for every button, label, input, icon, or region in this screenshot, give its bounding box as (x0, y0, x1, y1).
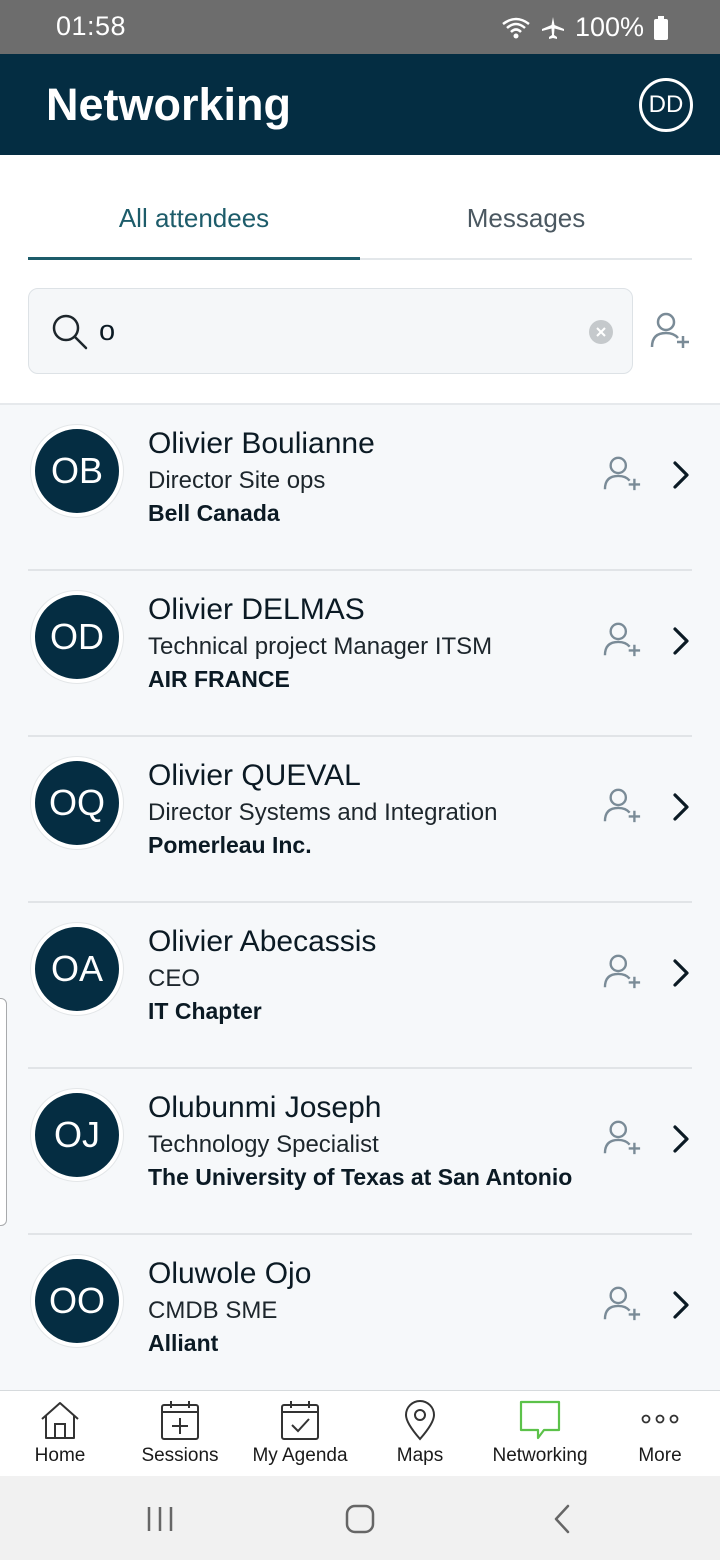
status-bar: 01:58 100% (0, 0, 720, 54)
add-contact-icon[interactable] (603, 455, 643, 498)
attendee-name: Olivier DELMAS (148, 593, 365, 626)
edge-panel-handle[interactable] (0, 998, 7, 1226)
chevron-right-icon[interactable] (670, 1290, 692, 1325)
add-contact-icon[interactable] (603, 1285, 643, 1328)
search-icon (51, 313, 89, 356)
chevron-right-icon[interactable] (670, 460, 692, 495)
attendee-name: Olubunmi Joseph (148, 1091, 382, 1124)
add-contact-icon[interactable] (603, 1119, 643, 1162)
active-tab-indicator (28, 257, 360, 260)
status-time: 01:58 (56, 11, 127, 41)
attendee-row[interactable]: OD Olivier DELMAS Technical project Mana… (0, 571, 720, 737)
attendee-row[interactable]: OQ Olivier QUEVAL Director Systems and I… (0, 737, 720, 903)
attendee-company: AIR FRANCE (148, 666, 290, 692)
wifi-icon (501, 16, 531, 40)
attendee-company: The University of Texas at San Antonio (148, 1164, 573, 1190)
attendee-name: Olivier Abecassis (148, 925, 377, 958)
nav-more[interactable]: More (600, 1391, 720, 1477)
attendee-title: CEO (148, 965, 201, 992)
battery-icon (654, 15, 668, 40)
tab-all-attendees[interactable]: All attendees (28, 203, 360, 234)
attendee-title: Technical project Manager ITSM (148, 633, 493, 660)
chevron-right-icon[interactable] (670, 958, 692, 993)
search-input[interactable] (99, 307, 569, 355)
nav-label: Networking (492, 1445, 588, 1466)
home-icon (38, 1399, 82, 1446)
attendee-name: Oluwole Ojo (148, 1257, 312, 1290)
attendee-name: Olivier Boulianne (148, 427, 375, 460)
chevron-right-icon[interactable] (670, 626, 692, 661)
airplane-icon (541, 16, 565, 40)
nav-label: Sessions (141, 1445, 219, 1466)
nav-my-agenda[interactable]: My Agenda (240, 1391, 360, 1477)
add-contact-icon[interactable] (603, 953, 643, 996)
tab-bar: All attendees Messages (28, 155, 692, 260)
app-header: Networking DD (0, 54, 720, 155)
status-icons: 100% (501, 12, 668, 43)
battery-label: 100% (574, 12, 644, 42)
nav-maps[interactable]: Maps (360, 1391, 480, 1477)
nav-label: Maps (396, 1445, 444, 1466)
attendee-title: Director Site ops (148, 467, 326, 494)
attendee-row[interactable]: OA Olivier Abecassis CEO IT Chapter (0, 903, 720, 1069)
attendee-avatar: OD (31, 591, 123, 683)
page-title: Networking (46, 79, 292, 130)
attendee-company: Alliant (148, 1330, 219, 1356)
attendee-title: CMDB SME (148, 1297, 278, 1324)
chat-bubble-icon (518, 1399, 562, 1446)
nav-sessions[interactable]: Sessions (120, 1391, 240, 1477)
attendee-company: Pomerleau Inc. (148, 832, 312, 858)
chevron-right-icon[interactable] (670, 1124, 692, 1159)
attendee-row[interactable]: OJ Olubunmi Joseph Technology Specialist… (0, 1069, 720, 1235)
back-icon[interactable] (552, 1504, 572, 1534)
attendee-row[interactable]: OB Olivier Boulianne Director Site ops B… (0, 405, 720, 571)
search-box (28, 288, 633, 374)
bottom-nav: Home Sessions My Agenda Maps Networking … (0, 1390, 720, 1476)
attendee-list: OB Olivier Boulianne Director Site ops B… (0, 403, 720, 1390)
add-contact-icon[interactable] (650, 311, 692, 356)
clear-search-icon[interactable] (589, 320, 613, 344)
attendee-avatar: OB (31, 425, 123, 517)
attendee-avatar: OO (31, 1255, 123, 1347)
system-nav-bar (0, 1476, 720, 1560)
attendee-avatar: OA (31, 923, 123, 1015)
attendee-row[interactable]: OO Oluwole Ojo CMDB SME Alliant (0, 1235, 720, 1390)
profile-avatar[interactable]: DD (639, 78, 693, 132)
nav-label: More (638, 1445, 682, 1466)
chevron-right-icon[interactable] (670, 792, 692, 827)
recent-apps-icon[interactable] (146, 1506, 174, 1532)
attendee-title: Technology Specialist (148, 1131, 379, 1158)
attendee-company: Bell Canada (148, 500, 280, 526)
more-dots-icon (638, 1399, 682, 1446)
attendee-title: Director Systems and Integration (148, 799, 498, 826)
nav-label: My Agenda (252, 1445, 348, 1466)
add-contact-icon[interactable] (603, 621, 643, 664)
calendar-plus-icon (158, 1399, 202, 1446)
attendee-avatar: OJ (31, 1089, 123, 1181)
nav-label: Home (34, 1445, 86, 1466)
calendar-check-icon (278, 1399, 322, 1446)
attendee-company: IT Chapter (148, 998, 262, 1024)
attendee-name: Olivier QUEVAL (148, 759, 361, 792)
nav-networking[interactable]: Networking (480, 1391, 600, 1477)
tab-messages[interactable]: Messages (360, 203, 692, 234)
map-pin-icon (398, 1399, 442, 1446)
add-contact-icon[interactable] (603, 787, 643, 830)
attendee-avatar: OQ (31, 757, 123, 849)
nav-home[interactable]: Home (0, 1391, 120, 1477)
home-button-icon[interactable] (345, 1504, 375, 1534)
